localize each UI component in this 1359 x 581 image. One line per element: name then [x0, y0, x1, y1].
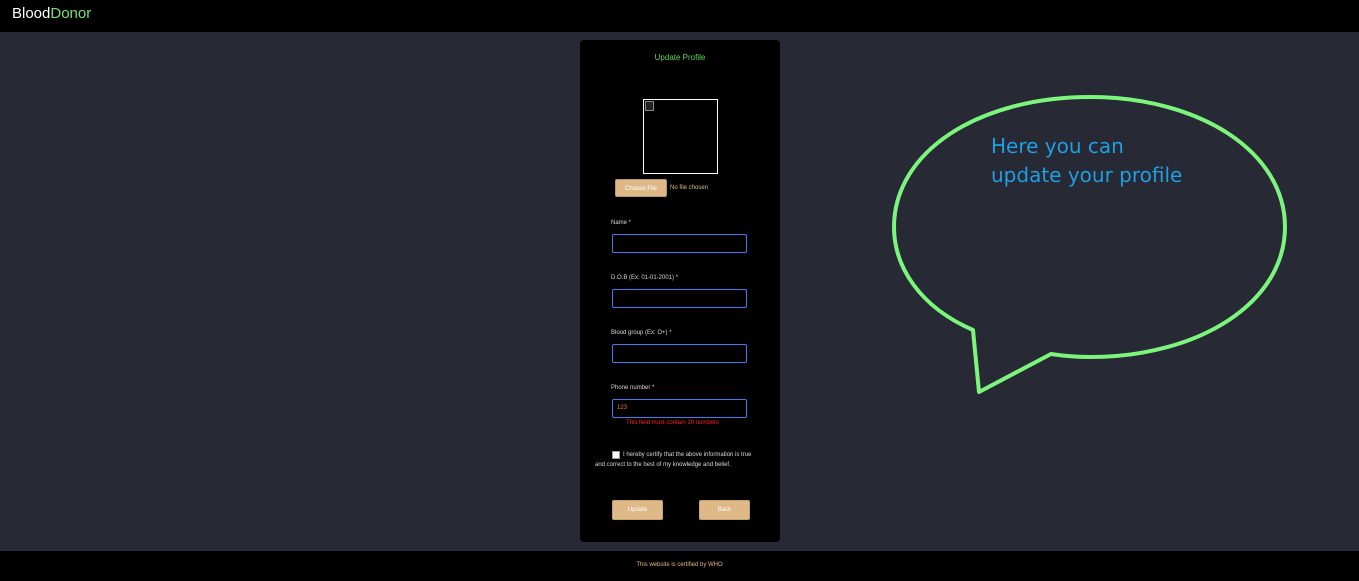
name-label: Name * [611, 220, 632, 226]
callout-line-2: update your profile [991, 163, 1183, 187]
footer: This website is certified by WHO [0, 551, 1359, 581]
blood-group-label: Blood group (Ex: O+) * [611, 330, 672, 336]
brand-logo[interactable]: BloodDonor [12, 6, 91, 22]
callout-line-1: Here you can [991, 134, 1124, 158]
back-button[interactable]: Back [699, 500, 750, 520]
blood-group-input[interactable] [612, 344, 747, 363]
choose-file-button[interactable]: Choose File [615, 179, 667, 197]
brand-text-blood: Blood [12, 5, 51, 22]
certify-text: I hereby certify that the above informat… [595, 452, 752, 468]
update-button[interactable]: Update [612, 500, 663, 520]
update-profile-card: Update Profile Choose File No file chose… [580, 40, 780, 542]
certify-checkbox[interactable] [612, 451, 620, 459]
phone-input[interactable]: 123 [612, 399, 747, 418]
broken-image-icon [645, 101, 654, 111]
callout-text: Here you can update your profile [991, 132, 1182, 190]
profile-image-preview [643, 99, 718, 174]
footer-text: This website is certified by WHO [636, 562, 723, 568]
dob-input[interactable] [612, 289, 747, 308]
top-navbar: BloodDonor [0, 0, 1359, 32]
phone-error-message: This field must contain 10 numbers [626, 420, 720, 426]
file-status-text: No file chosen [670, 185, 709, 191]
phone-label: Phone number * [611, 385, 655, 391]
card-title: Update Profile [654, 53, 706, 62]
brand-text-donor: Donor [50, 5, 92, 22]
dob-label: D.O.B (Ex: 01-01-2001) * [611, 275, 679, 281]
name-input[interactable] [612, 234, 747, 253]
